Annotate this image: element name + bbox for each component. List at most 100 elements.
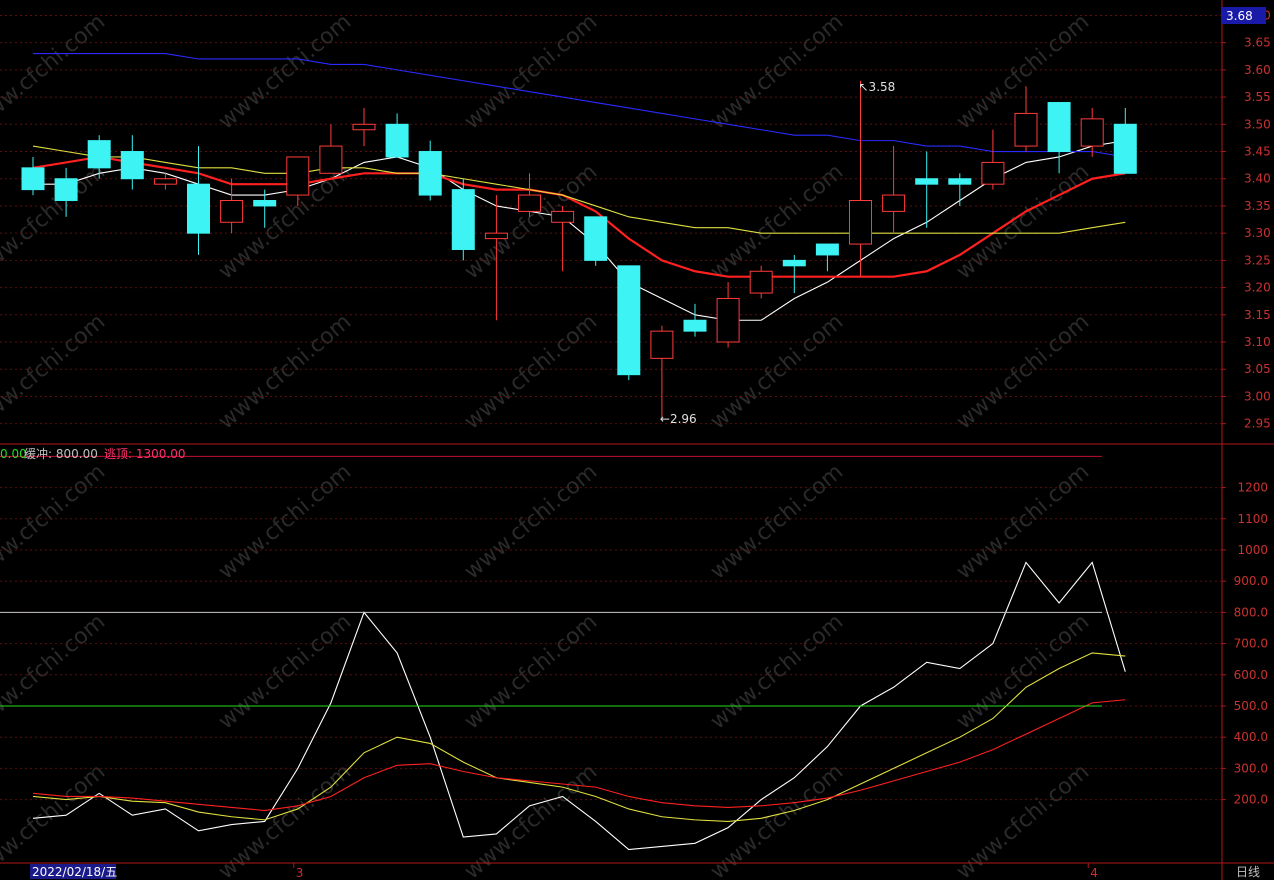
watermark-text: www.cfchi.com — [952, 759, 1094, 880]
watermark-text: www.cfchi.com — [460, 459, 602, 584]
indicator-legend-item: 0.00 — [0, 447, 27, 461]
watermark-text: www.cfchi.com — [952, 309, 1094, 434]
candle-body-up — [352, 123, 376, 131]
candle-body-up — [484, 232, 508, 240]
time-axis-label: 2022/02/18/五 — [32, 865, 117, 879]
candle-body-down — [915, 178, 939, 185]
candle-body-down — [418, 151, 442, 196]
watermark-text: www.cfchi.com — [214, 759, 356, 880]
candle-body-down — [385, 123, 409, 158]
candle-body-down — [948, 178, 972, 185]
time-axis-label: 3 — [296, 866, 304, 880]
price-tick-label: 2.95 — [1244, 417, 1271, 431]
candle-body-up — [981, 161, 1005, 185]
watermark-text: www.cfchi.com — [460, 9, 602, 134]
watermark-layer: www.cfchi.com www.cfchi.com www.cfchi.com w… — [0, 9, 1094, 880]
candle-body-down — [1047, 102, 1071, 153]
candle-body-up — [849, 200, 872, 245]
price-tick-label: 3.60 — [1244, 63, 1271, 77]
watermark-text: www.cfchi.com — [214, 459, 356, 584]
watermark-text: www.cfchi.com — [706, 609, 848, 734]
price-tick-label: 3.20 — [1244, 281, 1271, 295]
indicator-tick-label: 1200 — [1237, 481, 1268, 495]
low-marker-label: ←2.96 — [660, 412, 697, 426]
grid-lines — [0, 14, 1226, 801]
watermark-text: www.cfchi.com — [0, 159, 110, 284]
candle-body-up — [882, 194, 906, 212]
price-tick-label: 3.35 — [1244, 199, 1271, 213]
price-tick-label: 3.25 — [1244, 253, 1271, 267]
indicator-tick-label: 200.0 — [1234, 793, 1268, 807]
price-tick-label: 3.45 — [1244, 145, 1271, 159]
period-label: 日线 — [1236, 865, 1260, 879]
indicator-tick-label: 500.0 — [1234, 699, 1268, 713]
candle-body-down — [451, 189, 475, 250]
price-tick-label: 3.55 — [1244, 90, 1271, 104]
candle-body-down — [617, 265, 641, 376]
candle-body-down — [87, 140, 111, 169]
time-axis-label: 4 — [1090, 866, 1098, 880]
watermark-text: www.cfchi.com — [952, 159, 1094, 284]
watermark-text: www.cfchi.com — [952, 609, 1094, 734]
current-price-label: 3.68 — [1226, 9, 1253, 23]
watermark-text: www.cfchi.com — [0, 9, 110, 134]
price-tick-label: 3.15 — [1244, 308, 1271, 322]
watermark-text: www.cfchi.com — [460, 759, 602, 880]
watermark-text: www.cfchi.com — [0, 609, 110, 734]
watermark-text: www.cfchi.com — [706, 759, 848, 880]
candle-body-down — [54, 178, 78, 202]
candle-body-up — [650, 330, 674, 359]
candle-body-down — [815, 243, 839, 256]
indicator-legend: 0.00缓冲: 800.00 逃顶: 1300.00 — [0, 446, 185, 461]
watermark-text: www.cfchi.com — [0, 759, 110, 880]
price-tick-label: 3.65 — [1244, 36, 1271, 50]
axis-labels: 3.703.653.603.553.503.453.403.353.303.25… — [1221, 7, 1271, 807]
price-tick-label: 3.50 — [1244, 117, 1271, 131]
watermark-text: www.cfchi.com — [214, 309, 356, 434]
price-tick-label: 3.10 — [1244, 335, 1271, 349]
indicator-tick-label: 800.0 — [1234, 605, 1268, 619]
stock-chart[interactable]: www.cfchi.com www.cfchi.com www.cfchi.com w… — [0, 0, 1274, 880]
candle-body-down — [683, 319, 707, 332]
watermark-text: www.cfchi.com — [460, 309, 602, 434]
indicator-tick-label: 600.0 — [1234, 668, 1268, 682]
indicator-tick-label: 700.0 — [1234, 637, 1268, 651]
candle-body-up — [1080, 118, 1104, 147]
candle-body-down — [120, 151, 144, 180]
indicator-tick-label: 900.0 — [1234, 574, 1268, 588]
watermark-text: www.cfchi.com — [706, 459, 848, 584]
price-tick-label: 3.00 — [1244, 389, 1271, 403]
price-tick-label: 3.30 — [1244, 226, 1271, 240]
price-tick-label: 3.05 — [1244, 362, 1271, 376]
watermark-text: www.cfchi.com — [952, 459, 1094, 584]
high-marker-label: ↖3.58 — [859, 80, 896, 94]
watermark-text: www.cfchi.com — [0, 309, 110, 434]
candle-body-down — [253, 200, 277, 207]
candle-body-up — [153, 178, 177, 185]
candle-body-up — [286, 156, 310, 196]
candle-body-down — [187, 183, 210, 234]
indicator-tick-label: 1000 — [1237, 543, 1268, 557]
candle-body-down — [584, 216, 608, 261]
watermark-text: www.cfchi.com — [706, 159, 848, 284]
moving-average-line — [33, 52, 1126, 158]
candle-body-up — [518, 194, 541, 212]
price-tick-label: 3.40 — [1244, 172, 1271, 186]
candle-body-up — [749, 270, 773, 294]
watermark-text: www.cfchi.com — [460, 159, 602, 284]
indicator-legend-item: 缓冲: 800.00 — [24, 446, 98, 461]
candle-body-up — [1014, 112, 1038, 147]
watermark-text: www.cfchi.com — [0, 459, 110, 584]
indicator-tick-label: 1100 — [1237, 512, 1268, 526]
watermark-text: www.cfchi.com — [214, 609, 356, 734]
watermark-text: www.cfchi.com — [706, 9, 848, 134]
indicator-tick-label: 400.0 — [1234, 730, 1268, 744]
candle-body-up — [716, 297, 740, 343]
candle-body-down — [1113, 123, 1137, 174]
candle-body-down — [21, 167, 45, 191]
watermark-text: www.cfchi.com — [460, 609, 602, 734]
candle-body-up — [319, 145, 343, 174]
indicator-legend-item: 逃顶: 1300.00 — [104, 447, 185, 461]
candle-body-up — [220, 200, 244, 223]
indicator-tick-label: 300.0 — [1234, 761, 1268, 775]
